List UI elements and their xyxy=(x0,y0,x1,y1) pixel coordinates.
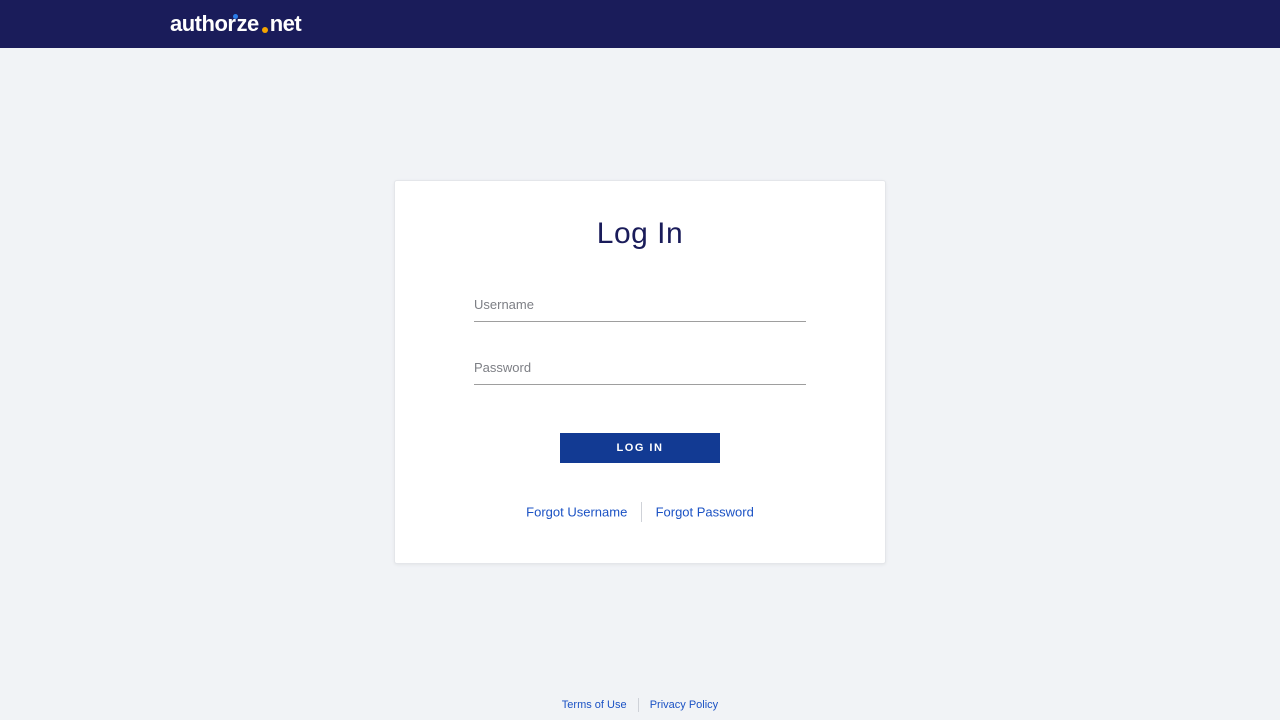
username-input[interactable] xyxy=(474,295,806,322)
help-links: Forgot Username Forgot Password xyxy=(435,503,845,523)
username-field-wrap: Username xyxy=(474,295,806,322)
login-card: Log In Username Password LOG IN Forgot U… xyxy=(394,180,886,564)
footer-divider-icon xyxy=(638,698,639,712)
login-title: Log In xyxy=(435,217,845,251)
privacy-link[interactable]: Privacy Policy xyxy=(650,699,718,711)
brand-dot-icon xyxy=(262,27,268,33)
forgot-username-link[interactable]: Forgot Username xyxy=(526,504,627,519)
brand-logo: authorzenet xyxy=(170,11,301,37)
main-area: Log In Username Password LOG IN Forgot U… xyxy=(0,48,1280,698)
password-input[interactable] xyxy=(474,358,806,385)
brand-part-3: net xyxy=(270,11,302,37)
top-navbar: authorzenet xyxy=(0,0,1280,48)
footer: Terms of Use Privacy Policy xyxy=(0,698,1280,720)
links-divider-icon xyxy=(641,502,642,522)
password-field-wrap: Password xyxy=(474,358,806,385)
login-button[interactable]: LOG IN xyxy=(560,433,720,463)
terms-link[interactable]: Terms of Use xyxy=(562,699,627,711)
brand-part-1: author xyxy=(170,11,235,37)
forgot-password-link[interactable]: Forgot Password xyxy=(656,504,754,519)
brand-part-2: ze xyxy=(236,11,258,37)
